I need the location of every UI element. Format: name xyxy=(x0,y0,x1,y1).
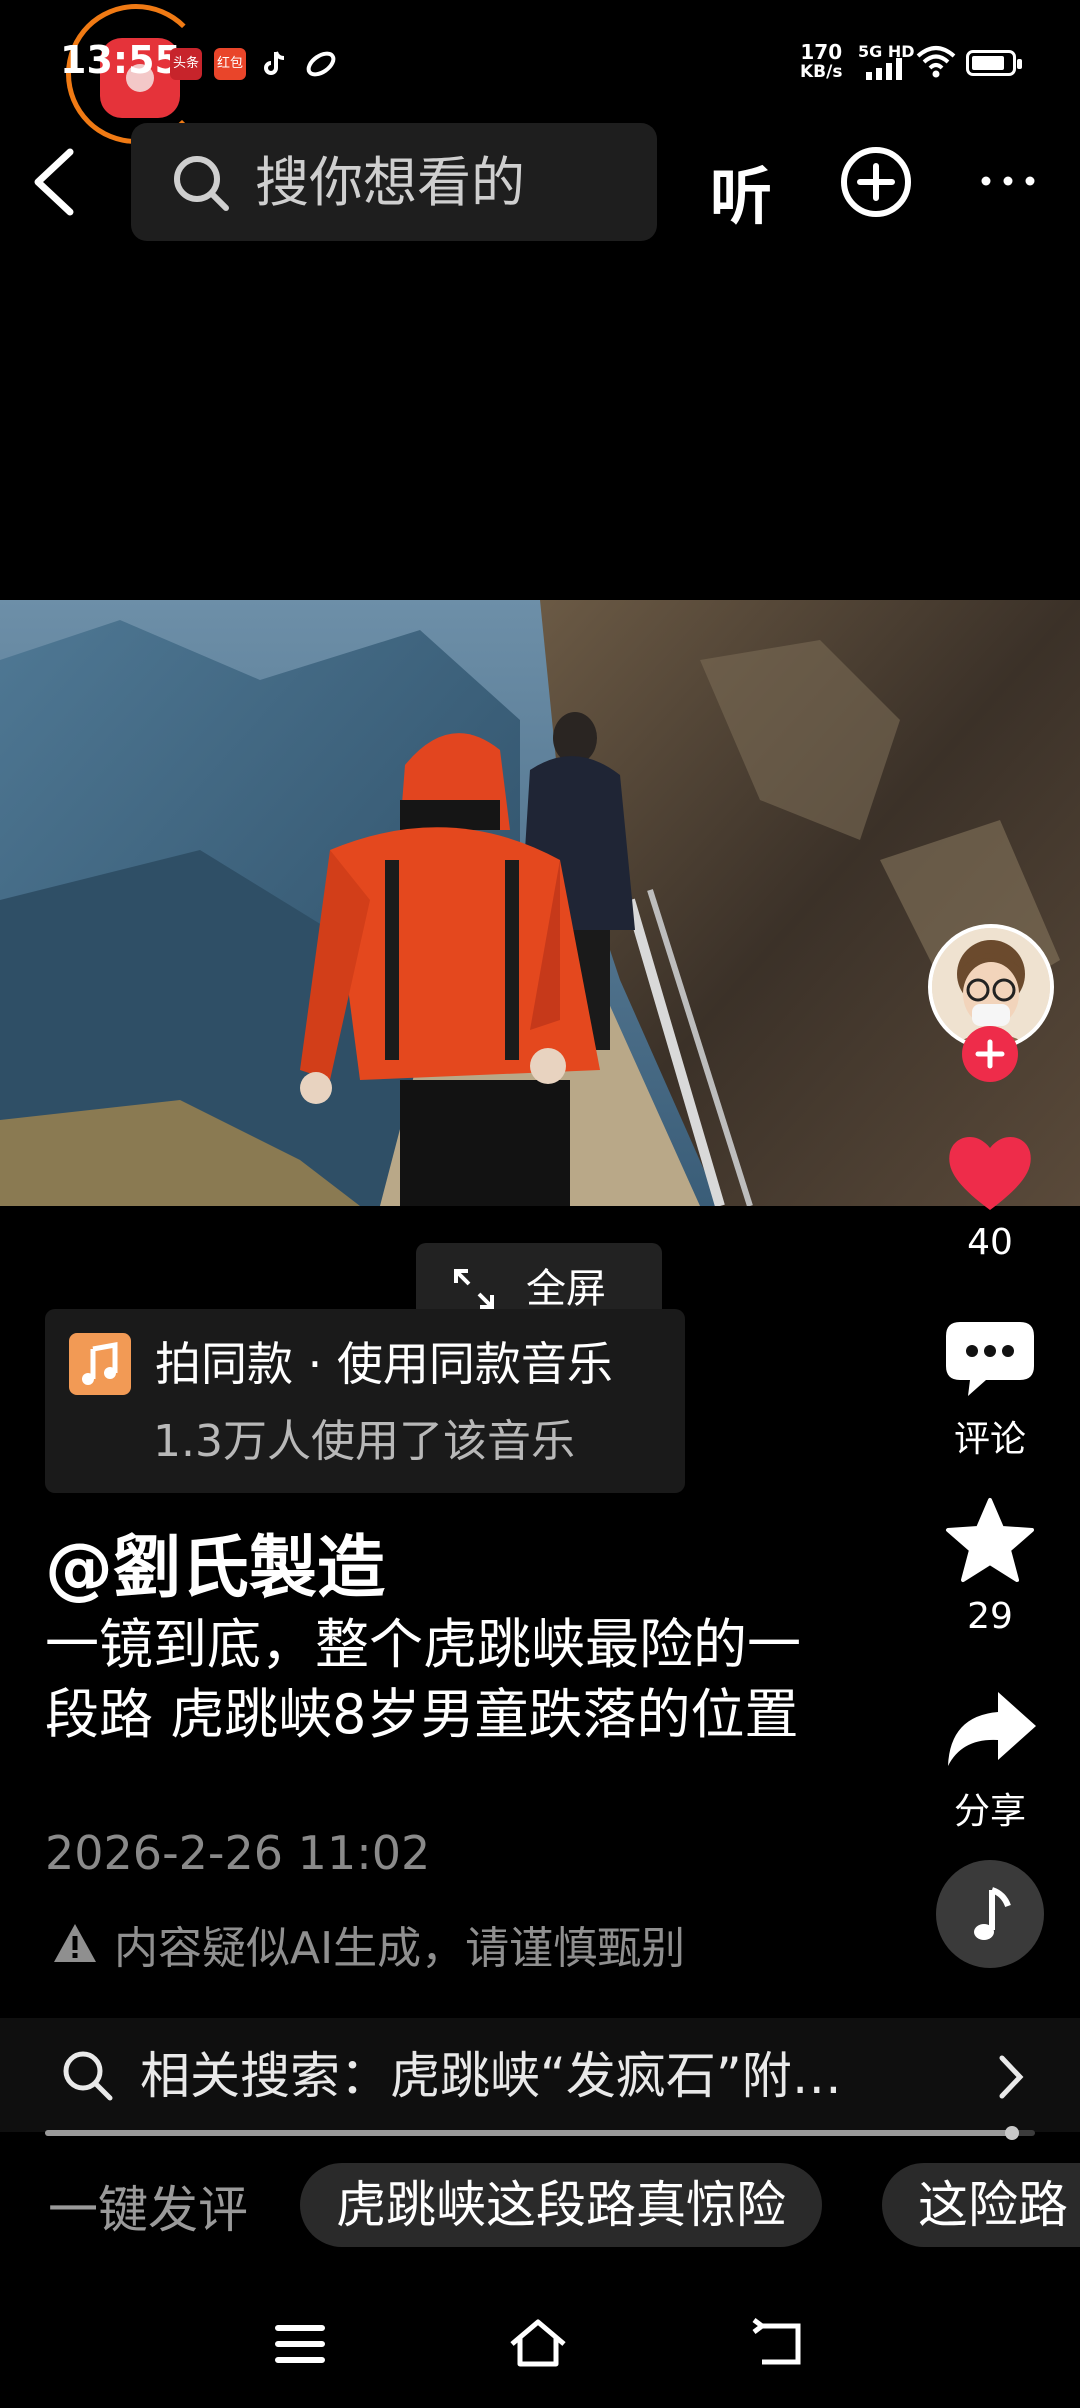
comment-button[interactable] xyxy=(940,1318,1040,1404)
comment-icon xyxy=(946,1322,1034,1396)
video-frame-image xyxy=(0,600,1080,1206)
more-icon[interactable] xyxy=(978,166,1038,196)
favorite-button[interactable] xyxy=(940,1496,1040,1586)
chevron-right-icon xyxy=(996,2052,1026,2102)
follow-plus-button[interactable] xyxy=(962,1026,1018,1082)
status-time: 13:55 xyxy=(60,38,181,82)
share-button[interactable] xyxy=(940,1686,1040,1772)
video-progress-bar[interactable] xyxy=(45,2126,1035,2140)
back-button[interactable] xyxy=(30,144,80,220)
share-label: 分享 xyxy=(953,1791,1026,1832)
music-card-title: 拍同款 · 使用同款音乐 xyxy=(155,1337,613,1391)
fullscreen-label: 全屏 xyxy=(526,1266,606,1312)
signal-icon xyxy=(866,58,906,80)
tiktok-icon xyxy=(262,50,288,78)
comment-label: 评论 xyxy=(953,1419,1026,1460)
post-date: 2026-2-26 11:02 xyxy=(45,1826,431,1880)
net-speed-value: 170 xyxy=(800,40,843,64)
search-box[interactable]: 搜你想看的 xyxy=(131,123,657,241)
toutiao-app-icon: 头条 xyxy=(170,48,202,80)
star-icon xyxy=(946,1498,1034,1582)
music-card[interactable]: 拍同款 · 使用同款音乐 1.3万人使用了该音乐 xyxy=(45,1309,685,1493)
progress-fill xyxy=(45,2130,1012,2136)
hongbao-app-icon: 红包 xyxy=(214,48,246,80)
post-description: 一镜到底，整个虎跳峡最险的一段路 虎跳峡8岁男童跌落的位置 xyxy=(45,1613,801,1746)
expand-icon xyxy=(452,1267,496,1311)
video-player[interactable] xyxy=(0,600,1080,1206)
home-icon xyxy=(510,2319,566,2367)
warning-icon xyxy=(52,1922,98,1964)
quick-comment-label: 一键发评 xyxy=(48,2181,248,2239)
search-placeholder: 搜你想看的 xyxy=(255,151,525,214)
wifi-icon xyxy=(916,44,956,78)
music-disc-button[interactable] xyxy=(936,1860,1044,1968)
menu-nav-button[interactable] xyxy=(270,2316,330,2372)
search-icon xyxy=(60,2048,114,2102)
battery-icon xyxy=(966,50,1022,76)
favorite-count: 29 xyxy=(967,1596,1013,1637)
home-nav-button[interactable] xyxy=(508,2316,568,2372)
back-icon xyxy=(752,2318,801,2365)
search-icon xyxy=(171,153,231,213)
author-name[interactable]: @劉氏製造 xyxy=(45,1512,385,1611)
progress-knob[interactable] xyxy=(1005,2126,1019,2140)
add-icon[interactable] xyxy=(840,146,912,218)
share-icon xyxy=(948,1692,1036,1766)
quick-comment-chip[interactable]: 这险路 xyxy=(882,2163,1080,2247)
back-nav-button[interactable] xyxy=(750,2316,810,2372)
like-button[interactable] xyxy=(940,1128,1040,1214)
listen-button[interactable]: 听 xyxy=(710,146,772,236)
like-count: 40 xyxy=(967,1222,1013,1263)
music-icon xyxy=(69,1333,131,1395)
net-speed: 170 KB/s xyxy=(800,42,842,82)
quick-comment-chip[interactable]: 虎跳峡这段路真惊险 xyxy=(300,2163,822,2247)
menu-icon xyxy=(275,2325,325,2363)
status-bar: 13:55 头条 红包 170 KB/s 5G HD xyxy=(0,0,1080,144)
related-search-text: 相关搜索：虎跳峡“发疯石”附… xyxy=(140,2047,842,2105)
related-search-bar[interactable]: 相关搜索：虎跳峡“发疯石”附… xyxy=(0,2018,1080,2132)
ai-notice: 内容疑似AI生成，请谨慎甄别 xyxy=(114,1923,686,1974)
net-speed-unit: KB/s xyxy=(800,62,843,82)
heart-icon xyxy=(949,1136,1031,1210)
music-card-subtitle: 1.3万人使用了该音乐 xyxy=(153,1416,575,1467)
link-icon xyxy=(304,50,338,78)
music-note-icon xyxy=(974,1887,1011,1940)
